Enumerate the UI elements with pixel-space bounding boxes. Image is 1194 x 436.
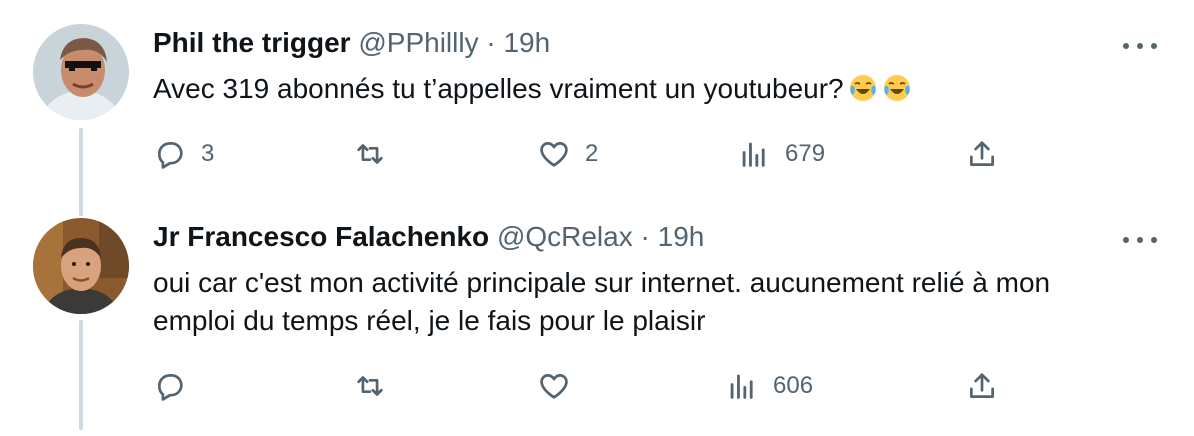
tears-of-joy-emoji-icon [882, 73, 912, 103]
reply-button[interactable]: 3 [153, 134, 214, 174]
tweet-text-content: Avec 319 abonnés tu t’appelles vraiment … [153, 73, 844, 104]
retweet-button[interactable] [353, 366, 401, 406]
author-name[interactable]: Jr Francesco Falachenko [153, 221, 489, 252]
timestamp[interactable]: 19h [503, 27, 550, 58]
tweet-text-line: emploi du temps réel, je le fais pour le… [153, 305, 706, 336]
timestamp[interactable]: 19h [658, 221, 705, 252]
more-options-icon[interactable] [1120, 230, 1160, 250]
tears-of-joy-emoji-icon [848, 73, 878, 103]
heart-icon [540, 142, 568, 167]
tweet-actions: 606 [153, 366, 1013, 406]
like-count: 2 [585, 140, 599, 167]
view-count: 679 [785, 140, 826, 167]
tweet-header: Phil the trigger @PPhillly · 19h [153, 26, 550, 60]
views-chart-icon [742, 142, 765, 167]
share-icon [970, 141, 994, 166]
author-handle[interactable]: @PPhillly [358, 27, 478, 58]
reply-count: 3 [201, 140, 215, 167]
share-button[interactable] [965, 134, 999, 174]
retweet-icon [357, 144, 383, 164]
views-button[interactable]: 606 [725, 366, 813, 406]
tweet-header: Jr Francesco Falachenko @QcRelax · 19h [153, 220, 704, 254]
retweet-icon [357, 376, 383, 396]
views-chart-icon [730, 374, 753, 399]
share-button[interactable] [965, 366, 999, 406]
like-button[interactable] [537, 366, 585, 406]
separator: · [486, 27, 496, 58]
heart-icon [540, 374, 568, 399]
more-options-icon[interactable] [1120, 36, 1160, 56]
share-icon [970, 373, 994, 398]
tweet[interactable]: Jr Francesco Falachenko @QcRelax · 19h o… [0, 200, 1194, 436]
author-name[interactable]: Phil the trigger [153, 27, 351, 58]
tweet[interactable]: Phil the trigger @PPhillly · 19h Avec 31… [0, 0, 1194, 200]
reply-button[interactable] [153, 366, 201, 406]
views-button[interactable]: 679 [737, 134, 825, 174]
like-button[interactable]: 2 [537, 134, 598, 174]
separator: · [640, 221, 650, 252]
tweet-text: Avec 319 abonnés tu t’appelles vraiment … [153, 70, 1163, 108]
avatar[interactable] [33, 218, 129, 314]
tweet-actions: 3 2 679 [153, 134, 1013, 174]
tweet-text-line: oui car c'est mon activité principale su… [153, 267, 1051, 298]
retweet-button[interactable] [353, 134, 401, 174]
reply-icon [158, 142, 183, 169]
avatar[interactable] [33, 24, 129, 120]
reply-icon [158, 374, 183, 401]
author-handle[interactable]: @QcRelax [497, 221, 633, 252]
tweet-text: oui car c'est mon activité principale su… [153, 264, 1163, 340]
view-count: 606 [773, 372, 814, 399]
